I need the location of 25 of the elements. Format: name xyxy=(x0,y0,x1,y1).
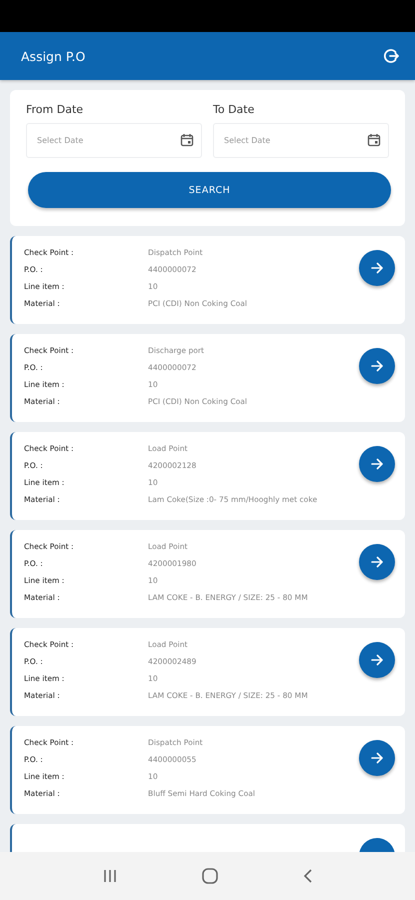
open-button[interactable] xyxy=(359,642,395,678)
arrow-right-icon xyxy=(370,555,384,569)
home-icon xyxy=(200,867,218,885)
arrow-right-icon xyxy=(370,653,384,667)
arrow-right-icon xyxy=(370,261,384,275)
arrow-right-icon xyxy=(370,457,384,471)
arrow-right-icon xyxy=(370,751,384,765)
open-button[interactable] xyxy=(359,446,395,482)
field-label: From Date xyxy=(26,103,84,116)
back-icon xyxy=(302,868,314,884)
calendar-icon xyxy=(367,133,381,147)
date-field[interactable]: Select Date xyxy=(213,123,389,158)
open-button[interactable] xyxy=(359,348,395,384)
page-title: Assign P.O xyxy=(21,48,86,64)
logout-icon xyxy=(383,48,399,64)
open-button[interactable] xyxy=(359,740,395,776)
search-button[interactable]: SEARCH xyxy=(28,172,391,208)
logout-button[interactable] xyxy=(381,46,401,66)
open-button[interactable] xyxy=(359,544,395,580)
field-label: To Date xyxy=(213,103,256,116)
calendar-icon xyxy=(180,133,194,147)
open-button[interactable] xyxy=(359,250,395,286)
date-field[interactable]: Select Date xyxy=(26,123,202,158)
arrow-right-icon xyxy=(370,359,384,373)
recent-apps-icon xyxy=(102,868,118,884)
